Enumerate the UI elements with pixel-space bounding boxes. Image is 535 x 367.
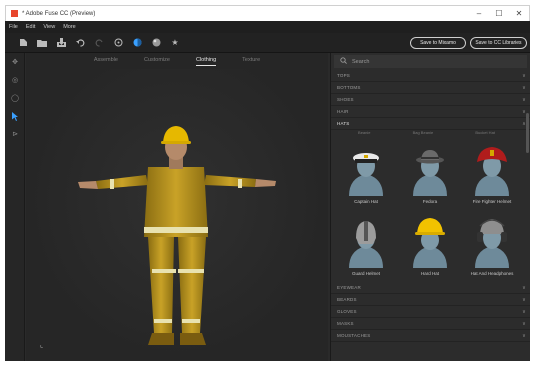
chevron-down-icon: ∨: [522, 284, 526, 291]
menu-view[interactable]: View: [43, 24, 55, 30]
animate-tool-icon[interactable]: ⊳: [5, 125, 25, 143]
category-bottoms[interactable]: BOTTOMS ∨: [331, 82, 530, 94]
hat-label-bag-beanie: Bag Beanie: [412, 130, 434, 135]
category-beards[interactable]: BEARDS ∨: [331, 294, 530, 306]
hat-and-headphones-thumbnail: [475, 219, 509, 268]
guard-helmet-thumbnail: [349, 221, 383, 268]
maximize-button[interactable]: ☐: [489, 9, 509, 18]
undo-icon[interactable]: [72, 36, 88, 50]
move-tool-icon[interactable]: ✥: [5, 53, 25, 71]
mesh-icon[interactable]: [148, 36, 164, 50]
search-placeholder[interactable]: Search: [352, 59, 369, 65]
mode-tabs: Assemble Customize Clothing Texture: [26, 53, 328, 69]
save-to-mixamo-button[interactable]: Save to Mixamo: [410, 37, 466, 49]
tab-assemble[interactable]: Assemble: [94, 57, 118, 65]
menu-file[interactable]: File: [9, 24, 18, 30]
shading-icon[interactable]: [129, 36, 145, 50]
chevron-down-icon: ∨: [522, 84, 526, 91]
3d-scene[interactable]: ⌞: [26, 69, 328, 361]
select-tool-icon[interactable]: [5, 107, 25, 125]
search-box[interactable]: Search: [334, 55, 527, 68]
hat-row-labels: Beanie Bag Beanie Bucket Hat: [337, 130, 530, 138]
camera-tool-icon[interactable]: ◎: [5, 71, 25, 89]
captain-hat-thumbnail: [349, 153, 383, 196]
category-eyewear[interactable]: EYEWEAR ∨: [331, 282, 530, 294]
redo-icon[interactable]: [91, 36, 107, 50]
title-bar: * Adobe Fuse CC (Preview) – ☐ ✕: [5, 5, 530, 21]
hard-hat-thumbnail: [413, 218, 447, 268]
chevron-down-icon: ∨: [522, 308, 526, 315]
orbit-tool-icon[interactable]: ◯: [5, 89, 25, 107]
category-tops[interactable]: TOPS ∨: [331, 70, 530, 82]
category-gloves[interactable]: GLOVES ∨: [331, 306, 530, 318]
window-title: * Adobe Fuse CC (Preview): [22, 10, 96, 17]
category-shoes[interactable]: SHOES ∨: [331, 94, 530, 106]
hat-item-fedora[interactable]: Fedora: [401, 142, 459, 208]
chevron-down-icon: ∨: [522, 72, 526, 79]
fedora-thumbnail: [413, 150, 447, 196]
hat-label-bucket-hat: Bucket Hat: [475, 130, 495, 135]
clothing-panel: Search TOPS ∨ BOTTOMS ∨ SHOES ∨ HAIR ∨ HATS ∧…: [330, 53, 530, 361]
fire-fighter-helmet-thumbnail: [475, 147, 509, 196]
save-to-cc-libraries-button[interactable]: Save to CC Libraries: [470, 37, 527, 49]
hat-item-guard-helmet[interactable]: Guard Helmet: [337, 214, 395, 280]
hat-item-hard-hat[interactable]: Hard Hat: [401, 214, 459, 280]
tab-clothing[interactable]: Clothing: [195, 57, 217, 66]
save-icon[interactable]: [53, 36, 69, 50]
viewport[interactable]: Assemble Customize Clothing Texture ⌞: [26, 53, 328, 361]
pose-icon[interactable]: [110, 36, 126, 50]
fuse-app-icon: [11, 10, 18, 17]
hat-item-hat-and-headphones[interactable]: Hat And Headphones: [463, 214, 521, 280]
hats-grid: Beanie Bag Beanie Bucket Hat Captain Hat: [331, 130, 530, 282]
chevron-down-icon: ∨: [522, 296, 526, 303]
open-folder-icon[interactable]: [34, 36, 50, 50]
menu-more[interactable]: More: [63, 24, 76, 30]
hat-label-beanie: Beanie: [358, 130, 371, 135]
toolbar: ★ Save to Mixamo Save to CC Libraries: [5, 33, 530, 53]
category-hair[interactable]: HAIR ∨: [331, 106, 530, 118]
chevron-down-icon: ∨: [522, 96, 526, 103]
menu-edit[interactable]: Edit: [26, 24, 35, 30]
app-frame: File Edit View More ★ Save to Mixamo Sav…: [5, 21, 530, 361]
category-masks[interactable]: MASKS ∨: [331, 318, 530, 330]
panel-scrollbar[interactable]: [526, 113, 529, 153]
category-moustaches[interactable]: MOUSTACHES ∨: [331, 330, 530, 342]
hat-item-captain-hat[interactable]: Captain Hat: [337, 142, 395, 208]
tab-texture[interactable]: Texture: [242, 57, 260, 65]
tab-customize[interactable]: Customize: [144, 57, 170, 65]
hat-item-fire-fighter-helmet[interactable]: Fire Fighter Helmet: [463, 142, 521, 208]
firefighter-character[interactable]: [26, 69, 328, 361]
chevron-down-icon: ∨: [522, 320, 526, 327]
category-hats[interactable]: HATS ∧: [331, 118, 530, 130]
favorite-star-icon[interactable]: ★: [167, 36, 183, 50]
new-file-icon[interactable]: [15, 36, 31, 50]
search-icon: [340, 57, 347, 66]
minimize-button[interactable]: –: [469, 9, 489, 18]
close-button[interactable]: ✕: [509, 9, 529, 18]
chevron-down-icon: ∨: [522, 332, 526, 339]
axis-gizmo-icon: ⌞: [40, 342, 44, 349]
menu-bar: File Edit View More: [5, 21, 530, 33]
tool-rail: ✥ ◎ ◯ ⊳: [5, 53, 25, 361]
